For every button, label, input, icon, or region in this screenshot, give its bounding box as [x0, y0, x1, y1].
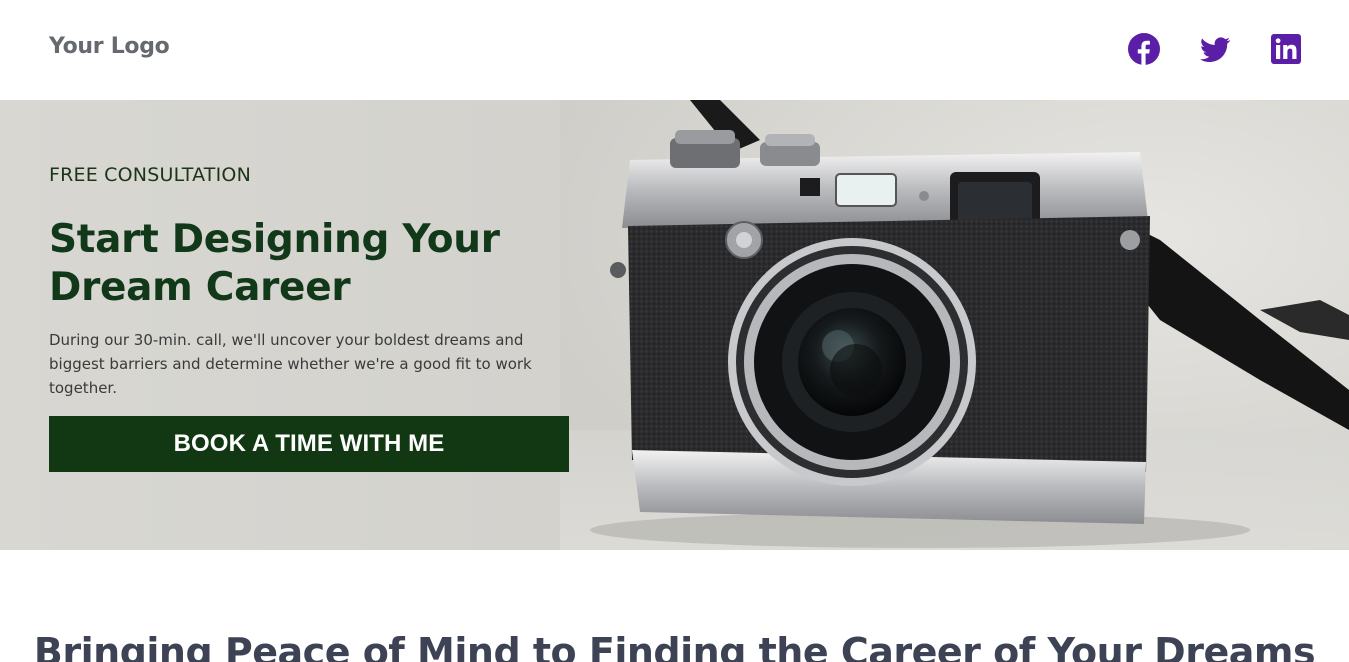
camera-photo: [560, 100, 1349, 550]
hero-title: Start Designing Your Dream Career: [49, 217, 500, 310]
hero-description: During our 30-min. call, we'll uncover y…: [49, 331, 532, 397]
linkedin-icon[interactable]: [1270, 33, 1302, 65]
hero-eyebrow: FREE CONSULTATION: [49, 164, 251, 186]
facebook-icon[interactable]: [1128, 33, 1160, 65]
book-time-button[interactable]: BOOK A TIME WITH ME: [49, 416, 569, 472]
twitter-icon[interactable]: [1199, 33, 1231, 65]
site-header: Your Logo: [0, 0, 1349, 100]
logo[interactable]: Your Logo: [49, 34, 170, 59]
section-title: Bringing Peace of Mind to Finding the Ca…: [33, 630, 1316, 662]
hero-section: FREE CONSULTATION Start Designing Your D…: [0, 100, 1349, 550]
